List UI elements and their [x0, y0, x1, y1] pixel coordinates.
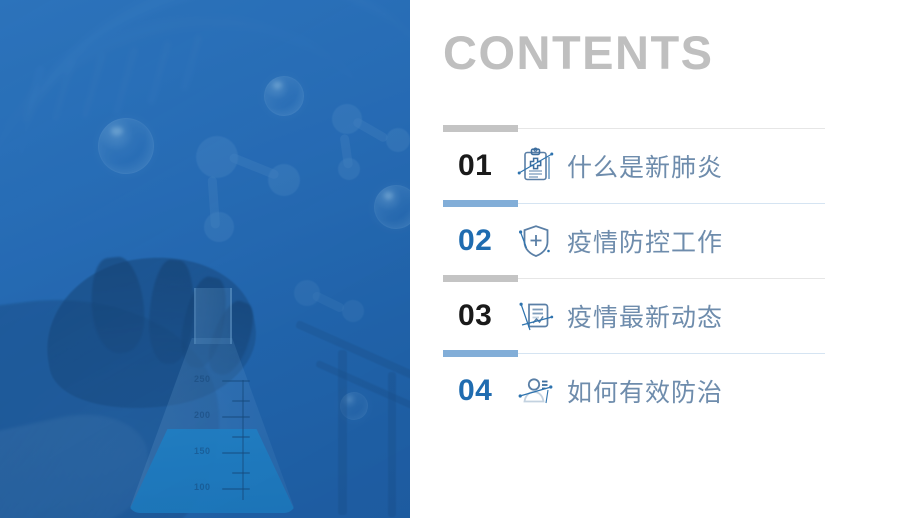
toc-label-02: 疫情防控工作: [567, 227, 724, 257]
toc-number-01: 01: [458, 148, 493, 182]
person-list-icon: [505, 371, 567, 411]
clipboard-medical-icon: [505, 146, 567, 186]
toc-label-03: 疫情最新动态: [567, 302, 724, 332]
toc-item-01[interactable]: 01 什么是新肺炎: [443, 125, 858, 203]
toc-label-01: 什么是新肺炎: [567, 152, 724, 182]
right-content-panel: CONTENTS 01 什么是新肺炎 02 疫情防控工作 03 疫情最新动态 0…: [410, 0, 920, 518]
shield-plus-icon: [505, 221, 567, 261]
slide-root: 250 200 150 100 CONTENTS 01: [0, 0, 920, 518]
table-of-contents: 01 什么是新肺炎 02 疫情防控工作 03 疫情最新动态 04 如何有效防治: [443, 125, 858, 428]
report-chart-icon: [505, 296, 567, 336]
toc-number-03: 03: [458, 298, 493, 332]
left-image-panel: 250 200 150 100: [0, 0, 410, 518]
toc-number-02: 02: [458, 223, 493, 257]
toc-number-04: 04: [458, 373, 493, 407]
toc-label-04: 如何有效防治: [567, 377, 724, 407]
toc-item-04[interactable]: 04 如何有效防治: [443, 350, 858, 428]
page-title: CONTENTS: [443, 26, 714, 79]
toc-item-02[interactable]: 02 疫情防控工作: [443, 200, 858, 278]
blue-overlay-tint: [0, 0, 410, 518]
toc-item-03[interactable]: 03 疫情最新动态: [443, 275, 858, 353]
